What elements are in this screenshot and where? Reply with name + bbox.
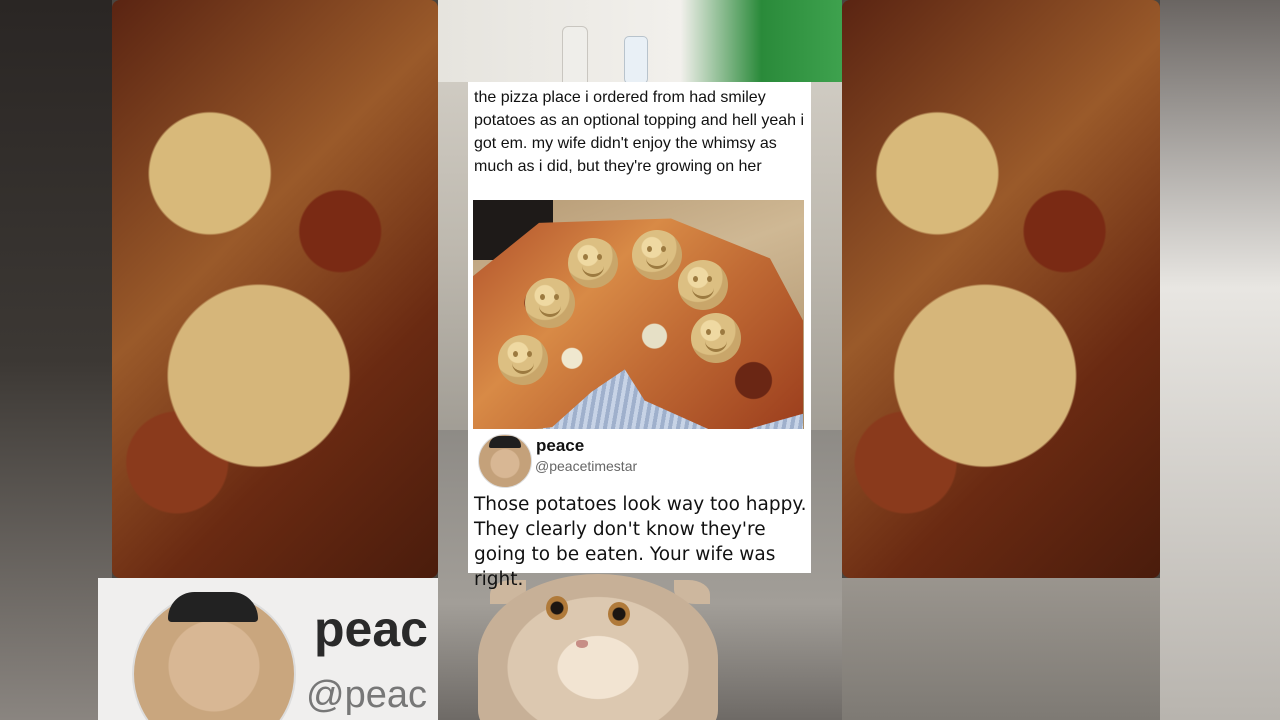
reply-header: peace @peacetimestar [478, 434, 798, 488]
smiley-potato-icon [691, 313, 741, 363]
cat-eye-left [546, 596, 568, 620]
cat-nose [576, 640, 588, 648]
zoomed-beanie-icon [168, 592, 258, 622]
tweet-card: the pizza place i ordered from had smile… [468, 82, 811, 590]
zoomed-reply-handle: @peac [306, 674, 427, 716]
right-lower-area [842, 578, 1160, 720]
smiley-potato-icon [678, 260, 728, 310]
reply-avatar[interactable] [478, 434, 532, 488]
smiley-potato-icon [632, 230, 682, 280]
left-blurred-background: peac @peac [0, 0, 438, 720]
smiley-potato-icon [498, 335, 548, 385]
reply-handle[interactable]: @peacetimestar [535, 458, 637, 474]
reply-text: Those potatoes look way too happy. They … [474, 494, 807, 590]
right-blurred-background [842, 0, 1280, 720]
left-dark-area [0, 0, 112, 720]
zoomed-reply-card: peac @peac [98, 578, 438, 720]
smiley-potato-icon [525, 278, 575, 328]
tweet-text: the pizza place i ordered from had smile… [474, 89, 805, 175]
cat-eye-right [608, 602, 630, 626]
smiley-potato-icon [568, 238, 618, 288]
spray-bottle [624, 36, 648, 84]
zoomed-pizza-left [112, 0, 438, 578]
right-wall-area [1160, 0, 1280, 720]
beanie-icon [489, 436, 521, 448]
zoomed-reply-name: peac [314, 601, 428, 657]
soap-bottle [562, 26, 588, 84]
reply-display-name[interactable]: peace [536, 436, 584, 456]
pizza-photo[interactable] [473, 200, 804, 429]
zoomed-pizza-right [842, 0, 1160, 578]
